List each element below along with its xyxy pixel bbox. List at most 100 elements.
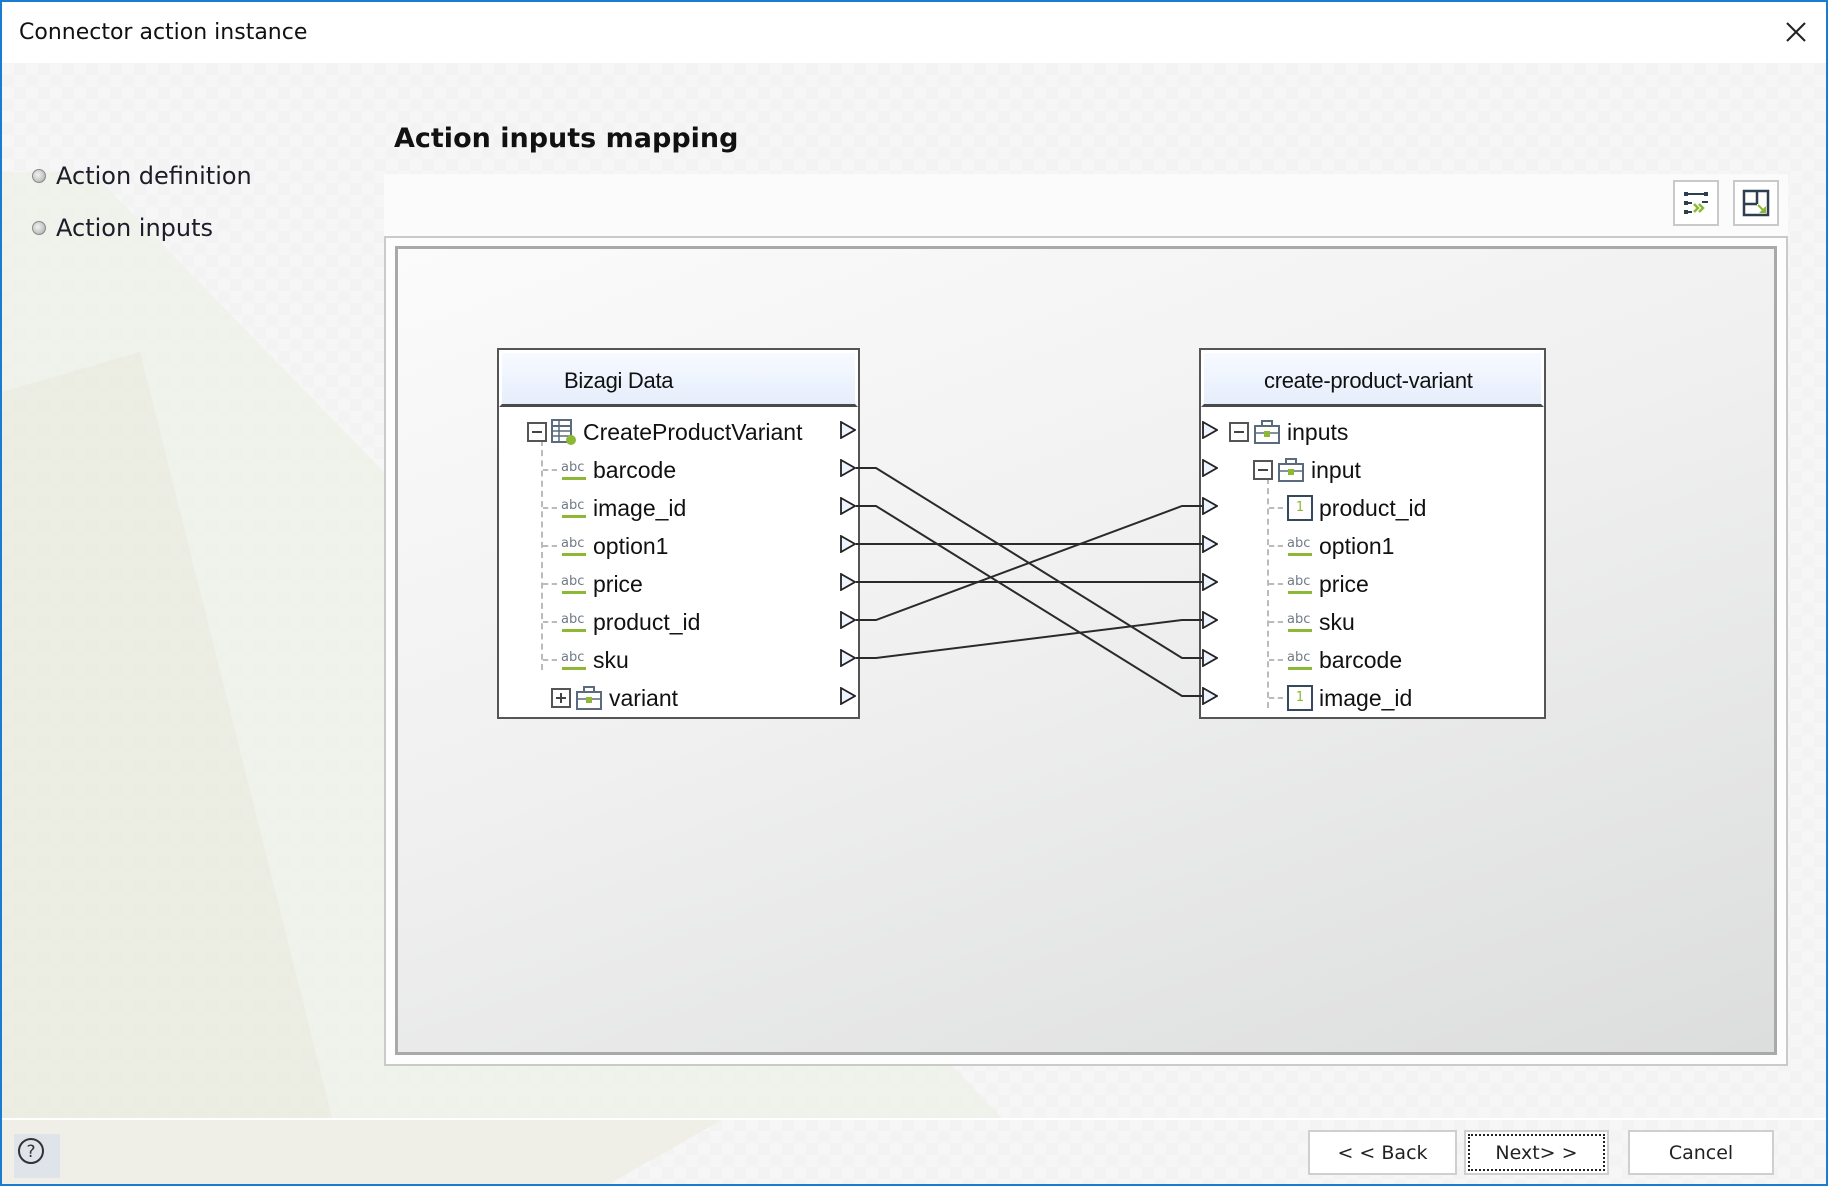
source-output-port[interactable] (840, 459, 856, 477)
tree-row-field[interactable]: abc sku (543, 641, 629, 679)
tree-row-field[interactable]: abc option1 (543, 527, 668, 565)
tree-row-field[interactable]: abc sku (1269, 603, 1355, 641)
cancel-button[interactable]: Cancel (1628, 1130, 1774, 1175)
next-button[interactable]: Next> > (1464, 1130, 1609, 1175)
tree-label: CreateProductVariant (583, 418, 803, 445)
string-type-icon: abc (561, 498, 587, 518)
string-type-icon: abc (561, 574, 587, 594)
port-arrow-icon (840, 573, 856, 591)
target-input-port[interactable] (1202, 421, 1218, 439)
target-input-port[interactable] (1202, 497, 1218, 515)
tree-row-field[interactable]: 1 image_id (1269, 679, 1412, 717)
source-output-port[interactable] (840, 611, 856, 629)
port-arrow-icon (840, 421, 856, 439)
step-label: Action definition (56, 162, 252, 190)
tree-row-field[interactable]: abc barcode (543, 451, 676, 489)
string-type-icon: abc (561, 536, 587, 556)
tree-label: price (593, 570, 643, 597)
page-heading: Action inputs mapping (394, 123, 739, 154)
wizard-steps: Action definition Action inputs (32, 150, 252, 254)
auto-map-button[interactable] (1673, 180, 1719, 226)
source-node-header[interactable]: Bizagi Data (499, 350, 858, 407)
target-input-port[interactable] (1202, 687, 1218, 705)
number-type-icon: 1 (1287, 685, 1313, 711)
tree-label: product_id (1319, 494, 1427, 521)
target-input-port[interactable] (1202, 573, 1218, 591)
tree-row-variant[interactable]: variant (551, 679, 678, 717)
port-arrow-icon (1202, 573, 1218, 591)
tree-label: inputs (1287, 418, 1349, 445)
port-arrow-icon (1202, 497, 1218, 515)
tree-label: input (1311, 456, 1361, 483)
tree-row-field[interactable]: abc option1 (1269, 527, 1394, 565)
tree-connector (1269, 659, 1283, 661)
target-input-port[interactable] (1202, 535, 1218, 553)
port-arrow-icon (840, 497, 856, 515)
tree-row-field[interactable]: abc barcode (1269, 641, 1402, 679)
step-bullet-icon (32, 169, 46, 183)
port-arrow-icon (1202, 611, 1218, 629)
tree-connector (543, 507, 557, 509)
briefcase-icon (1278, 458, 1304, 482)
fit-layout-button[interactable] (1733, 180, 1779, 226)
source-output-port[interactable] (840, 497, 856, 515)
collapse-toggle[interactable] (1253, 460, 1273, 480)
tree-label: sku (1319, 608, 1355, 635)
tree-connector (543, 545, 557, 547)
port-arrow-icon (1202, 649, 1218, 667)
tree-label: image_id (1319, 684, 1413, 711)
source-output-port[interactable] (840, 573, 856, 591)
tree-connector (1269, 583, 1283, 585)
tree-row-field[interactable]: abc product_id (543, 603, 700, 641)
entity-table-icon (551, 419, 576, 445)
target-input-port[interactable] (1202, 611, 1218, 629)
collapse-toggle[interactable] (527, 422, 547, 442)
source-node-bizagi-data[interactable]: Bizagi Data CreateProductVariant abc barc… (497, 348, 860, 719)
tree-row-field[interactable]: abc image_id (543, 489, 686, 527)
close-button[interactable] (1778, 14, 1812, 48)
close-icon (1786, 22, 1806, 42)
port-arrow-icon (840, 535, 856, 553)
string-type-icon: abc (561, 650, 587, 670)
tree-label: option1 (593, 532, 669, 559)
svg-text:?: ? (26, 1142, 35, 1162)
step-action-inputs[interactable]: Action inputs (32, 202, 252, 254)
string-type-icon: abc (1287, 612, 1313, 632)
title-bar: Connector action instance (2, 2, 1826, 63)
briefcase-icon (1254, 420, 1280, 444)
tree-label: barcode (1319, 646, 1403, 673)
source-output-port[interactable] (840, 649, 856, 667)
source-output-port[interactable] (840, 421, 856, 439)
expand-toggle[interactable] (551, 688, 571, 708)
string-type-icon: abc (561, 612, 587, 632)
target-node-header[interactable]: create-product-variant (1201, 350, 1544, 407)
tree-row-input[interactable]: input (1253, 451, 1361, 489)
window-title: Connector action instance (19, 20, 308, 45)
tree-label: barcode (593, 456, 677, 483)
port-arrow-icon (840, 687, 856, 705)
step-bullet-icon (32, 221, 46, 235)
target-input-port[interactable] (1202, 649, 1218, 667)
tree-row-field[interactable]: abc price (1269, 565, 1369, 603)
help-button[interactable]: ? (14, 1134, 60, 1178)
tree-row-field[interactable]: abc price (543, 565, 643, 603)
source-node-title: Bizagi Data (564, 368, 674, 393)
port-arrow-icon (840, 459, 856, 477)
tree-connector (1269, 621, 1283, 623)
source-output-port[interactable] (840, 687, 856, 705)
tree-label: sku (593, 646, 629, 673)
target-input-port[interactable] (1202, 459, 1218, 477)
step-action-definition[interactable]: Action definition (32, 150, 252, 202)
collapse-toggle[interactable] (1229, 422, 1249, 442)
port-arrow-icon (840, 611, 856, 629)
briefcase-icon (576, 686, 602, 710)
tree-connector (1269, 545, 1283, 547)
tree-row-root[interactable]: CreateProductVariant (527, 413, 802, 451)
tree-label: price (1319, 570, 1369, 597)
source-output-port[interactable] (840, 535, 856, 553)
tree-row-field[interactable]: 1 product_id (1269, 489, 1426, 527)
step-label: Action inputs (56, 214, 214, 242)
tree-row-inputs[interactable]: inputs (1229, 413, 1348, 451)
back-button[interactable]: < < Back (1308, 1130, 1457, 1175)
target-node-create-product-variant[interactable]: create-product-variant inputs input 1pr (1199, 348, 1546, 719)
